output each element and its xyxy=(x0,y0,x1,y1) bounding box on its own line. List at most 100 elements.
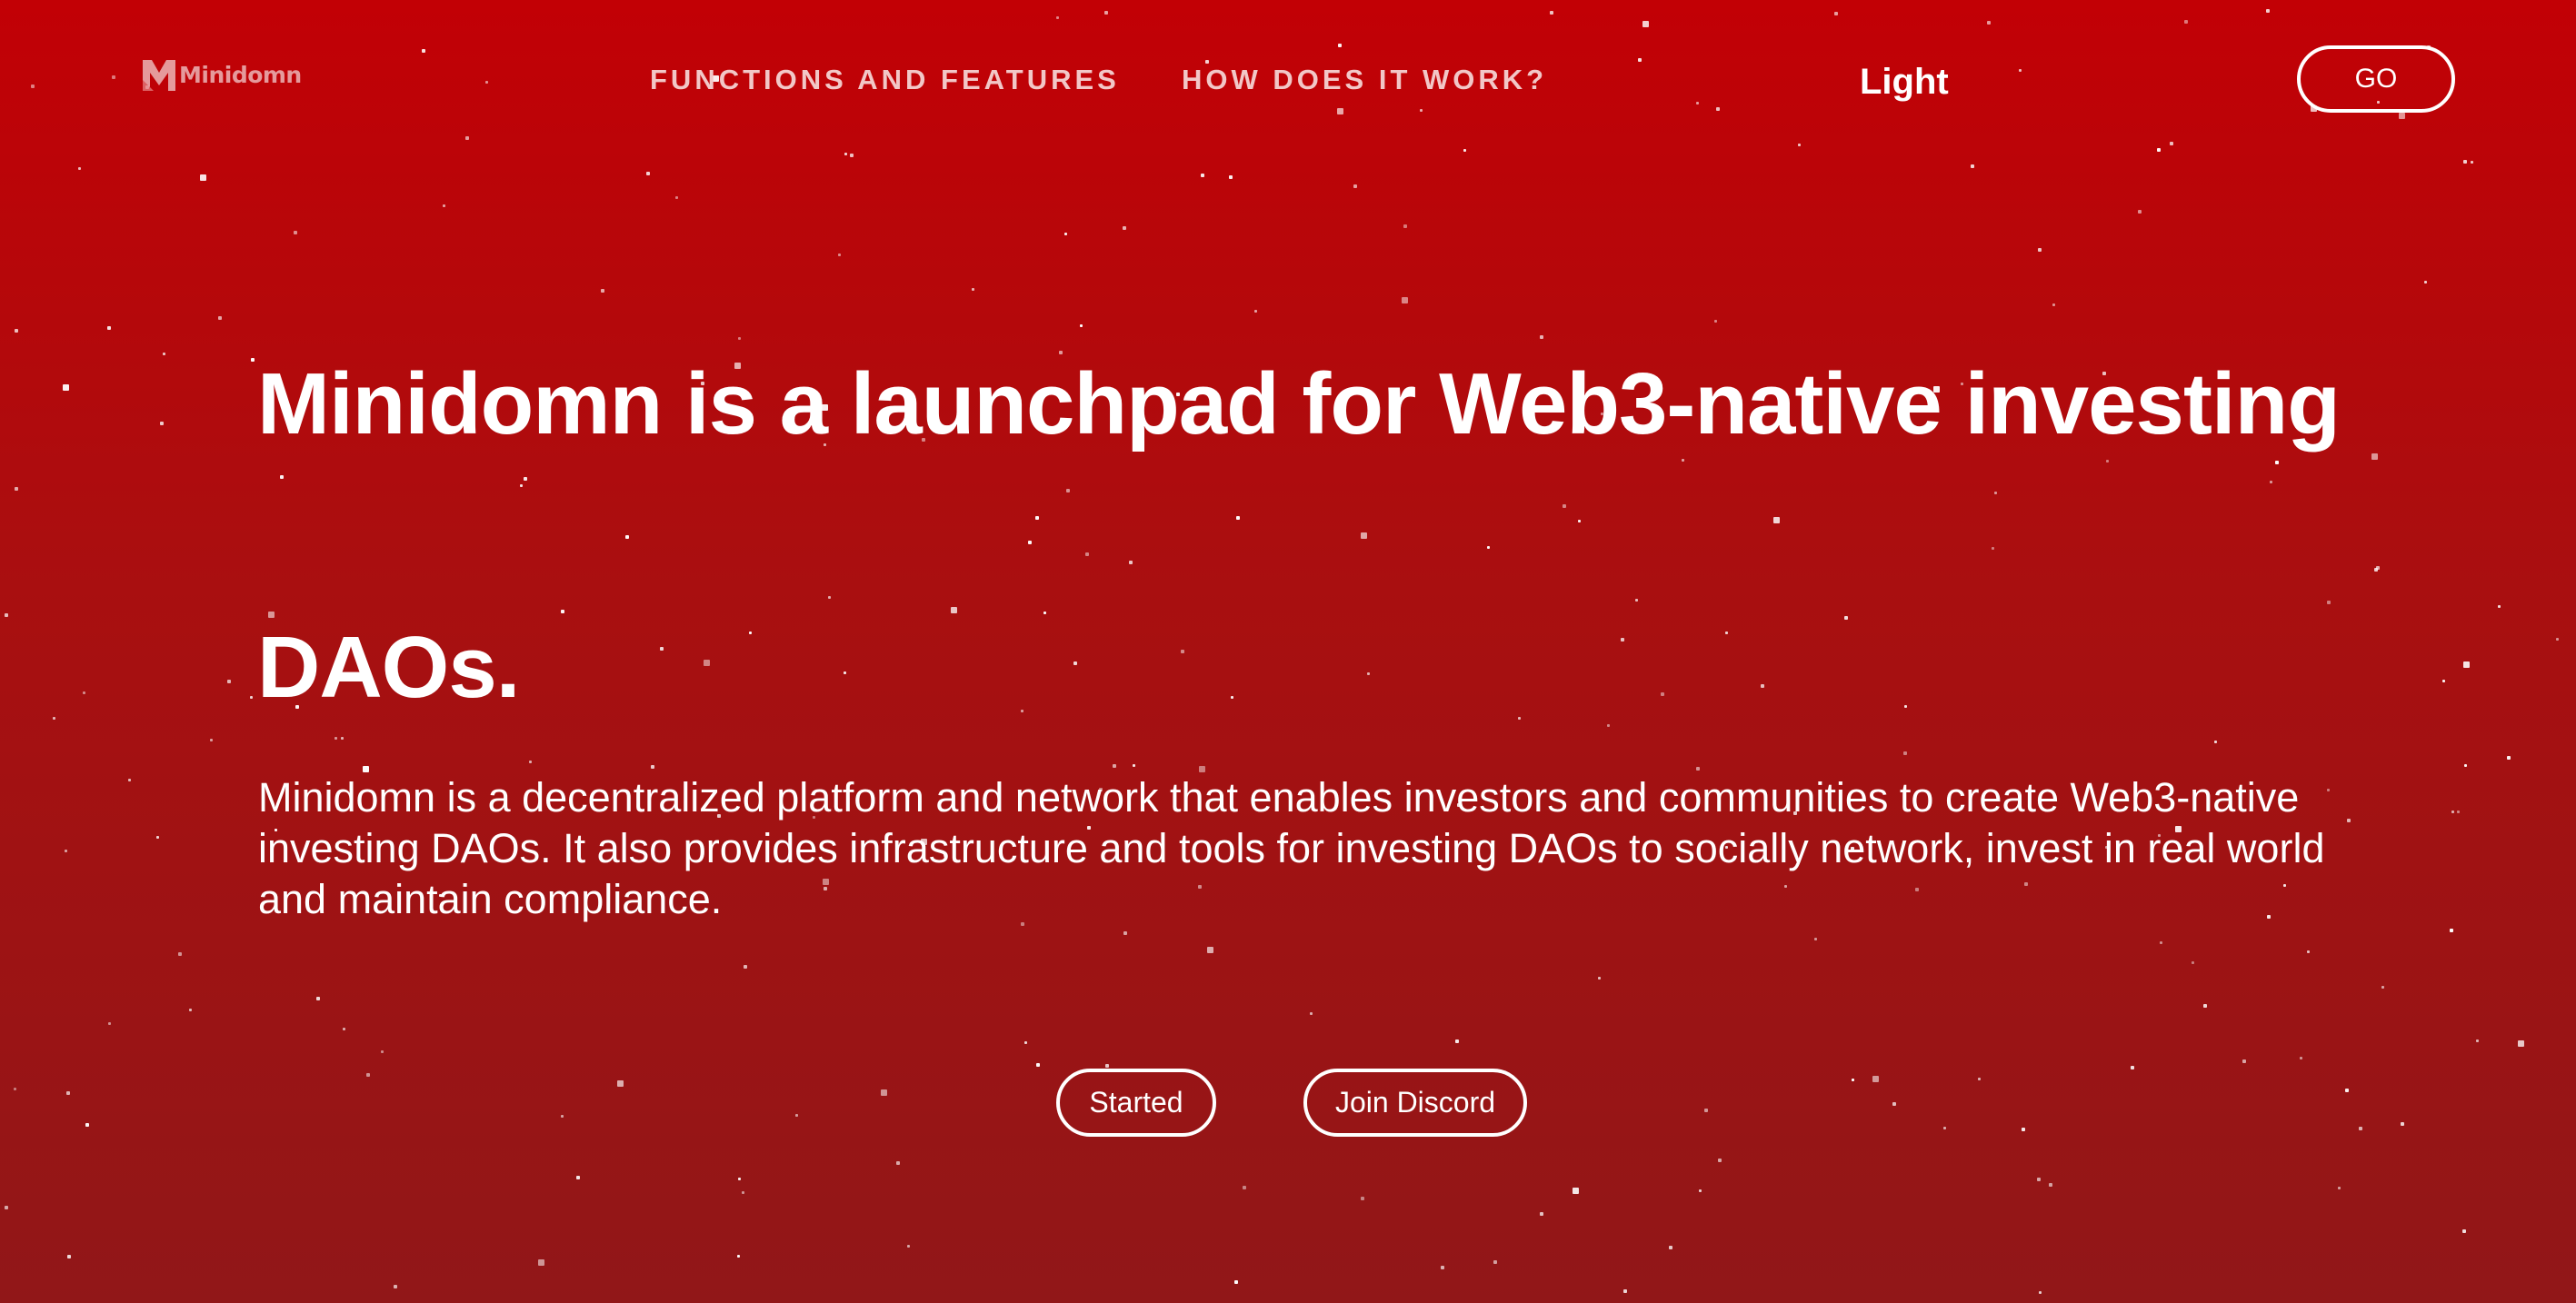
star-dot xyxy=(2300,1057,2302,1059)
star-dot xyxy=(2463,661,2470,668)
star-dot xyxy=(2192,961,2194,964)
star-dot xyxy=(2376,566,2380,570)
star-dot xyxy=(2138,210,2142,214)
star-dot xyxy=(85,1123,89,1127)
star-dot xyxy=(838,254,841,256)
star-dot xyxy=(2462,1229,2466,1233)
star-dot xyxy=(15,487,18,491)
star-dot xyxy=(316,997,320,1000)
star-dot xyxy=(2203,1004,2207,1008)
star-dot xyxy=(2442,680,2445,682)
started-button[interactable]: Started xyxy=(1056,1069,1216,1137)
star-dot xyxy=(66,1091,70,1095)
star-dot xyxy=(1852,1079,1854,1081)
star-dot xyxy=(294,231,297,234)
star-dot xyxy=(1064,233,1067,235)
hero-title-line-1: Minidomn is a launchpad for Web3-native … xyxy=(257,355,2341,453)
star-dot xyxy=(1234,1280,1238,1284)
star-dot xyxy=(1024,1041,1027,1044)
star-dot xyxy=(78,167,81,170)
star-dot xyxy=(1573,1188,1579,1194)
star-dot xyxy=(744,965,747,969)
star-dot xyxy=(2037,1178,2041,1181)
theme-toggle-light[interactable]: Light xyxy=(1860,62,1949,103)
star-dot xyxy=(1493,1260,1497,1264)
star-dot xyxy=(1207,947,1213,953)
star-dot xyxy=(576,1176,580,1179)
star-dot xyxy=(2457,811,2460,813)
star-dot xyxy=(1243,1186,1246,1189)
star-dot xyxy=(2022,1128,2025,1131)
star-dot xyxy=(896,1161,900,1165)
star-dot xyxy=(2374,568,2378,572)
star-dot xyxy=(2498,605,2501,608)
star-dot xyxy=(907,1245,910,1248)
star-dot xyxy=(178,952,182,956)
star-dot xyxy=(1598,977,1601,980)
nav-functions-and-features[interactable]: FUNCTIONS AND FEATURES xyxy=(650,64,1120,96)
star-dot xyxy=(742,1191,744,1194)
star-dot xyxy=(53,717,55,720)
star-dot xyxy=(1105,1064,1109,1068)
star-dot xyxy=(5,1206,8,1209)
star-dot xyxy=(1704,1109,1708,1112)
star-dot xyxy=(83,691,85,694)
logo-text: Minidomn xyxy=(179,61,302,88)
star-dot xyxy=(2401,1122,2404,1126)
star-dot xyxy=(1455,1039,1459,1043)
star-dot xyxy=(1623,1289,1627,1293)
star-dot xyxy=(160,422,164,425)
star-dot xyxy=(2038,248,2042,252)
star-dot xyxy=(538,1259,544,1266)
logo[interactable]: Minidomn xyxy=(141,55,302,94)
hero-title-line-2: DAOs. xyxy=(257,619,520,716)
star-dot xyxy=(2359,1127,2362,1130)
star-dot xyxy=(646,172,650,175)
star-dot xyxy=(1123,226,1126,230)
star-dot xyxy=(2307,950,2310,953)
star-dot xyxy=(2450,929,2453,932)
star-dot xyxy=(2242,1059,2246,1063)
star-dot xyxy=(2424,281,2427,283)
star-dot xyxy=(163,353,165,355)
star-dot xyxy=(1403,224,1407,228)
star-dot xyxy=(200,174,206,181)
star-dot xyxy=(1540,1212,1543,1216)
star-dot xyxy=(1036,1063,1040,1067)
star-dot xyxy=(2049,1183,2052,1187)
nav-how-does-it-work[interactable]: HOW DOES IT WORK? xyxy=(1182,64,1547,96)
hero-title: Minidomn is a launchpad for Web3-native … xyxy=(257,273,2348,800)
star-dot xyxy=(1943,1127,1946,1129)
star-dot xyxy=(2131,1066,2134,1069)
star-dot xyxy=(2345,1089,2349,1092)
star-dot xyxy=(108,1022,111,1025)
star-dot xyxy=(1872,1076,1879,1082)
star-dot xyxy=(1669,1246,1672,1249)
star-dot xyxy=(2518,1040,2524,1047)
star-dot xyxy=(15,329,18,333)
star-dot xyxy=(128,779,131,781)
star-dot xyxy=(5,613,8,617)
go-button[interactable]: GO xyxy=(2297,45,2455,113)
star-dot xyxy=(156,836,159,839)
star-dot xyxy=(2039,1291,2042,1294)
hero-description: Minidomn is a decentralized platform and… xyxy=(258,774,2325,922)
star-dot xyxy=(1441,1266,1444,1269)
star-dot xyxy=(343,1028,345,1030)
star-dot xyxy=(1310,1012,1313,1015)
star-dot xyxy=(210,739,213,741)
star-dot xyxy=(737,1255,740,1258)
star-dot xyxy=(2556,638,2559,641)
star-dot xyxy=(1353,184,1357,188)
star-dot xyxy=(675,196,678,199)
star-dot xyxy=(67,1255,71,1258)
star-dot xyxy=(881,1089,887,1096)
join-discord-button[interactable]: Join Discord xyxy=(1303,1069,1527,1137)
star-dot xyxy=(2476,1039,2479,1042)
star-dot xyxy=(617,1080,624,1087)
star-dot xyxy=(65,850,67,852)
star-dot xyxy=(1814,938,1817,940)
star-dot xyxy=(218,316,222,320)
star-dot xyxy=(561,1115,564,1118)
star-dot xyxy=(795,1114,798,1117)
